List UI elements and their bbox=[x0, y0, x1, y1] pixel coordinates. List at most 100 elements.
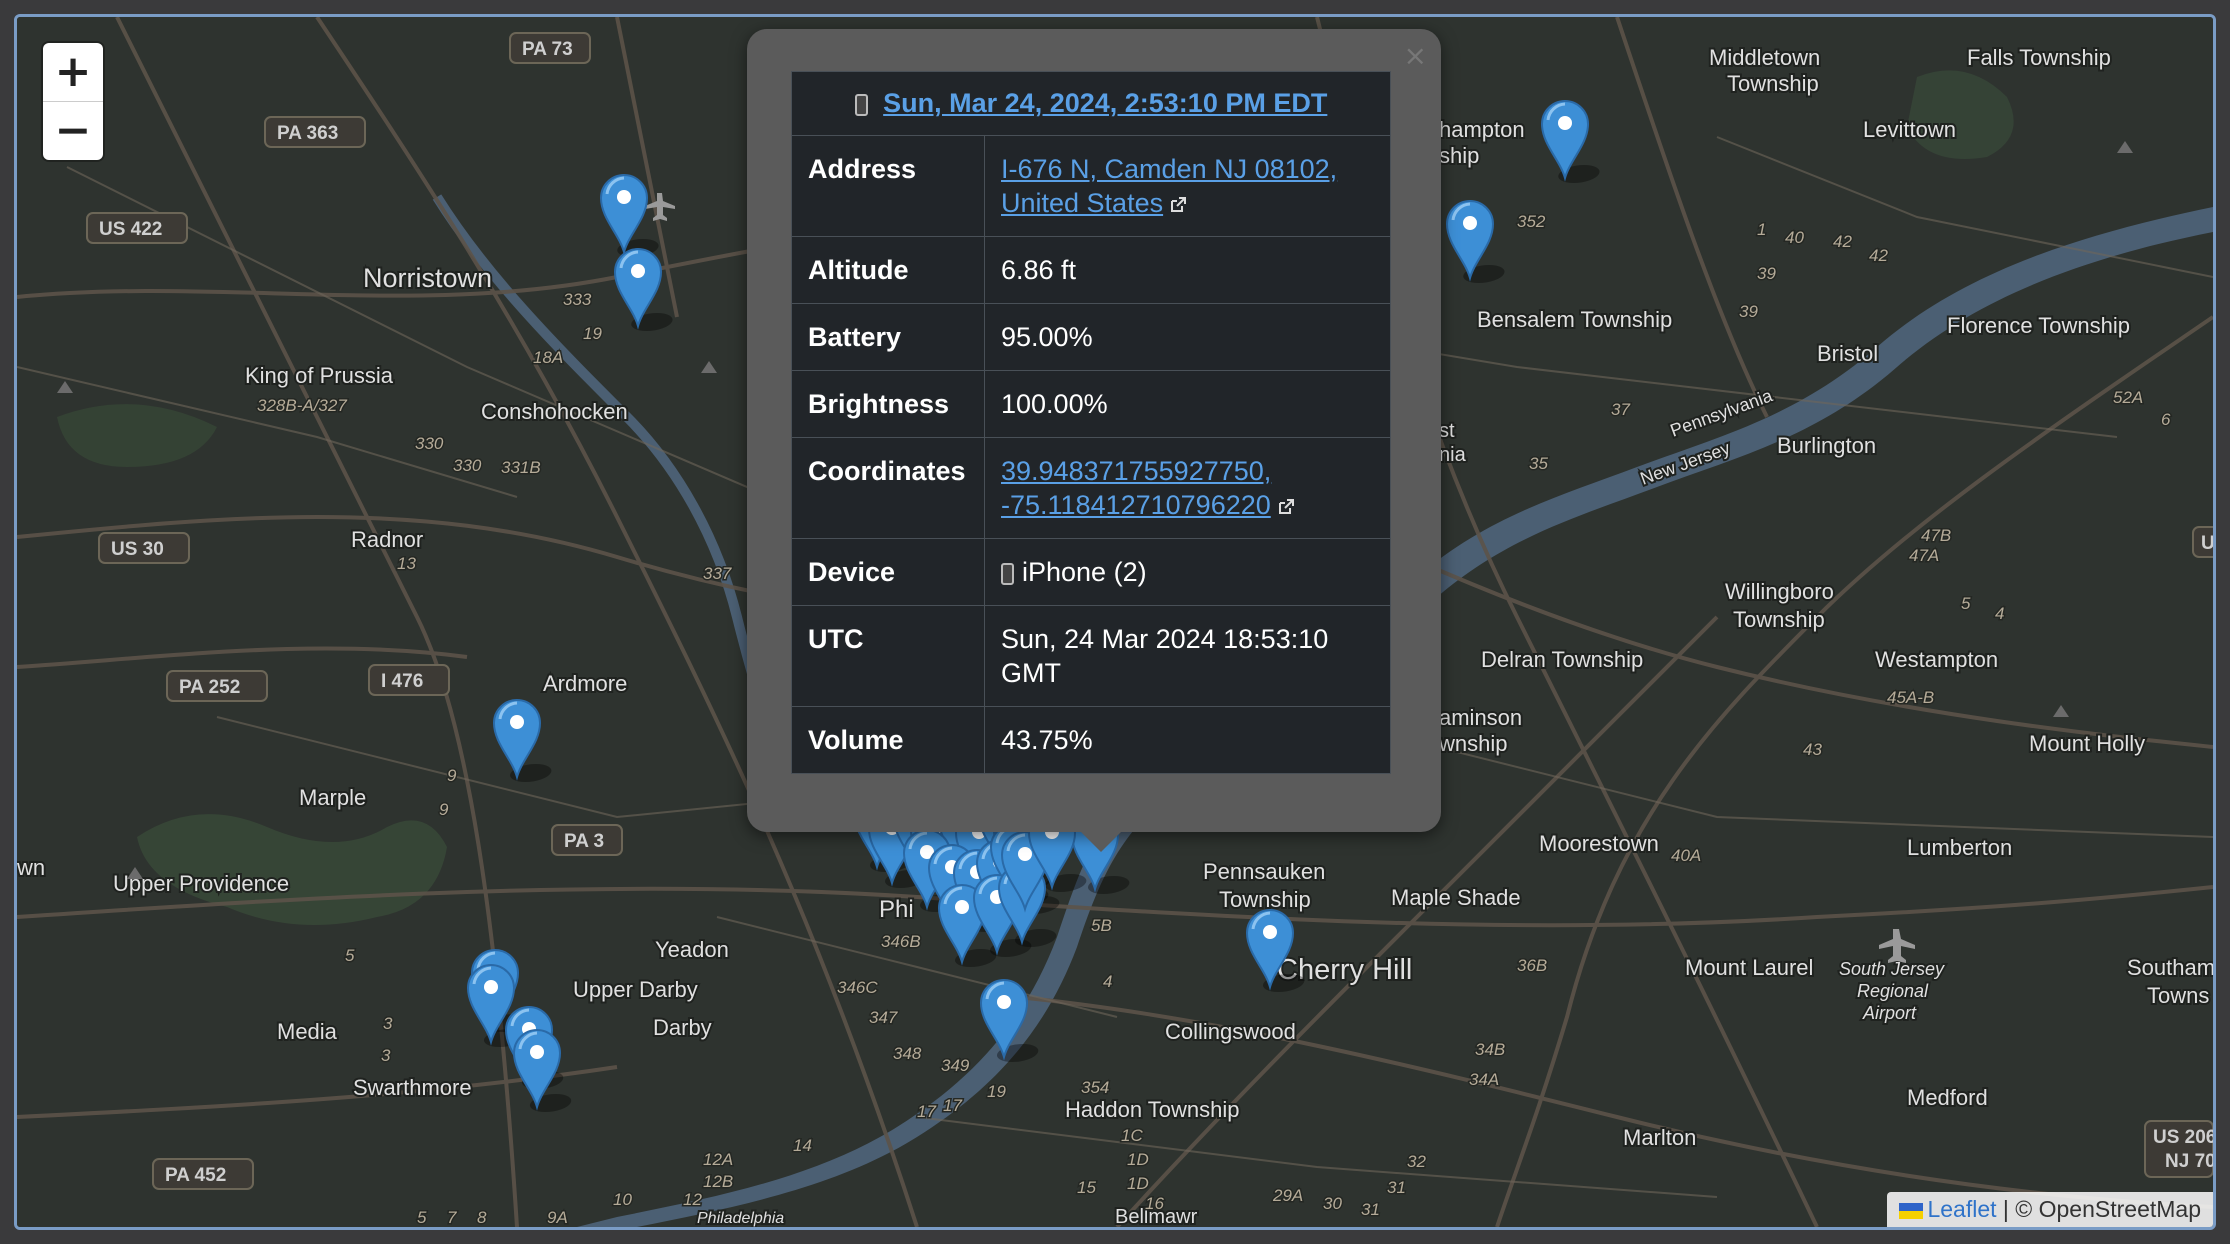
place-label: Marlton bbox=[1623, 1125, 1696, 1150]
route-number: 9 bbox=[447, 766, 457, 785]
place-label: Medford bbox=[1907, 1085, 1988, 1110]
route-number: 29A bbox=[1272, 1186, 1303, 1205]
osm-attribution[interactable]: © OpenStreetMap bbox=[2015, 1196, 2201, 1222]
route-number: 7 bbox=[447, 1208, 457, 1227]
route-number: 3 bbox=[381, 1046, 391, 1065]
route-number: 1C bbox=[1121, 1126, 1143, 1145]
row-value: Sun, 24 Mar 2024 18:53:10 GMT bbox=[984, 605, 1391, 707]
route-number: 10 bbox=[613, 1190, 632, 1209]
route-number: 12A bbox=[703, 1150, 733, 1169]
road-shield: US 30 bbox=[98, 532, 190, 564]
popup-tip bbox=[1081, 832, 1121, 852]
route-number: 19 bbox=[987, 1082, 1006, 1101]
marker-popup: × Sun, Mar 24, 2024, 2:53:10 PM EDT Addr… bbox=[747, 29, 1441, 852]
zoom-control: + − bbox=[43, 43, 103, 160]
place-label: ship bbox=[1439, 143, 1479, 168]
popup-close-button[interactable]: × bbox=[1404, 39, 1427, 72]
row-value: 100.00% bbox=[984, 370, 1391, 438]
place-label: Florence Township bbox=[1947, 313, 2130, 338]
route-number: 328B-A/327 bbox=[257, 396, 347, 415]
route-number: 14 bbox=[793, 1136, 812, 1155]
route-number: 9 bbox=[439, 800, 449, 819]
table-row: Coordinates 39.948371755927750, -75.11841… bbox=[791, 437, 1391, 539]
route-number: 45A-B bbox=[1887, 688, 1934, 707]
ukraine-flag-icon bbox=[1899, 1202, 1924, 1219]
place-label: Yeadon bbox=[655, 937, 729, 962]
place-label: Levittown bbox=[1863, 117, 1956, 142]
route-number: 337 bbox=[703, 564, 732, 583]
route-number: 43 bbox=[1803, 740, 1822, 759]
map-container[interactable]: Norristown King of Prussia Conshohocken … bbox=[14, 14, 2216, 1230]
place-label: Airport bbox=[1862, 1003, 1917, 1023]
row-key: Coordinates bbox=[791, 437, 985, 539]
route-number: 31 bbox=[1361, 1200, 1380, 1219]
svg-text:US 422: US 422 bbox=[99, 219, 162, 240]
route-number: 330 bbox=[415, 434, 444, 453]
popup-header-link[interactable]: Sun, Mar 24, 2024, 2:53:10 PM EDT bbox=[883, 88, 1327, 118]
route-number: 30 bbox=[1323, 1194, 1342, 1213]
place-label: Township bbox=[1733, 607, 1825, 632]
attribution-separator: | bbox=[2002, 1196, 2009, 1222]
zoom-in-button[interactable]: + bbox=[43, 43, 103, 101]
svg-text:PA 452: PA 452 bbox=[165, 1165, 226, 1186]
table-row: UTC Sun, 24 Mar 2024 18:53:10 GMT bbox=[791, 605, 1391, 707]
row-key: Volume bbox=[791, 706, 985, 774]
external-link-icon bbox=[1278, 498, 1294, 514]
place-label: Darby bbox=[653, 1015, 712, 1040]
route-number: 17 bbox=[917, 1102, 936, 1121]
route-number: 4 bbox=[1103, 972, 1112, 991]
place-label: Collingswood bbox=[1165, 1019, 1296, 1044]
svg-text:PA 3: PA 3 bbox=[564, 831, 604, 852]
road-shield: PA 3 bbox=[551, 824, 623, 856]
route-number: 35 bbox=[1529, 454, 1548, 473]
route-number: 18A bbox=[533, 348, 563, 367]
route-number: 1D bbox=[1127, 1174, 1149, 1193]
road-shield: U bbox=[2192, 526, 2213, 558]
place-label: Philadelphia bbox=[697, 1210, 784, 1227]
row-value: 95.00% bbox=[984, 303, 1391, 371]
route-number: 36B bbox=[1517, 956, 1547, 975]
route-number: 1D bbox=[1127, 1150, 1149, 1169]
route-number: 32 bbox=[1407, 1152, 1426, 1171]
route-number: 13 bbox=[397, 554, 416, 573]
place-label: Middletown bbox=[1709, 45, 1820, 70]
route-number: 16 bbox=[1145, 1194, 1164, 1213]
zoom-out-button[interactable]: − bbox=[43, 101, 103, 160]
place-label: Regional bbox=[1857, 981, 1929, 1001]
place-label: Delran Township bbox=[1481, 647, 1643, 672]
external-link-icon bbox=[1171, 196, 1187, 212]
table-row: Device iPhone (2) bbox=[791, 538, 1391, 606]
coordinates-link[interactable]: 39.948371755927750, -75.118412710796220 bbox=[1001, 456, 1271, 520]
place-label: Bensalem Township bbox=[1477, 307, 1672, 332]
svg-text:PA 363: PA 363 bbox=[277, 123, 338, 144]
map-attribution: Leaflet | © OpenStreetMap bbox=[1887, 1192, 2213, 1227]
route-number: 333 bbox=[563, 290, 592, 309]
route-number: 19 bbox=[583, 324, 602, 343]
route-number: 8 bbox=[477, 1208, 487, 1227]
route-number: 4 bbox=[1995, 604, 2004, 623]
place-label: Lumberton bbox=[1907, 835, 2012, 860]
route-number: 42 bbox=[1869, 246, 1888, 265]
place-label: Swarthmore bbox=[353, 1075, 472, 1100]
route-number: 37 bbox=[1611, 400, 1630, 419]
row-key: Brightness bbox=[791, 370, 985, 438]
leaflet-link[interactable]: Leaflet bbox=[1927, 1196, 1996, 1222]
route-number: 346C bbox=[837, 978, 878, 997]
road-shield: PA 363 bbox=[264, 116, 366, 148]
route-number: 6 bbox=[2161, 410, 2171, 429]
place-label: Falls Township bbox=[1967, 45, 2111, 70]
place-label: Moorestown bbox=[1539, 831, 1659, 856]
svg-text:US 206: US 206 bbox=[2153, 1127, 2213, 1148]
route-number: 52A bbox=[2113, 388, 2143, 407]
road-shield: I 476 bbox=[368, 664, 450, 696]
route-number: 47B bbox=[1921, 526, 1951, 545]
svg-text:PA 252: PA 252 bbox=[179, 677, 240, 698]
road-shield: PA 73 bbox=[509, 32, 591, 64]
place-label: wnship bbox=[1438, 731, 1507, 756]
row-value: I-676 N, Camden NJ 08102, United States bbox=[984, 135, 1391, 237]
place-label: Mount Holly bbox=[2029, 731, 2145, 756]
place-label: Bristol bbox=[1817, 341, 1878, 366]
place-label: st bbox=[1439, 420, 1455, 442]
road-shield: PA 252 bbox=[166, 670, 268, 702]
row-key: Device bbox=[791, 538, 985, 606]
